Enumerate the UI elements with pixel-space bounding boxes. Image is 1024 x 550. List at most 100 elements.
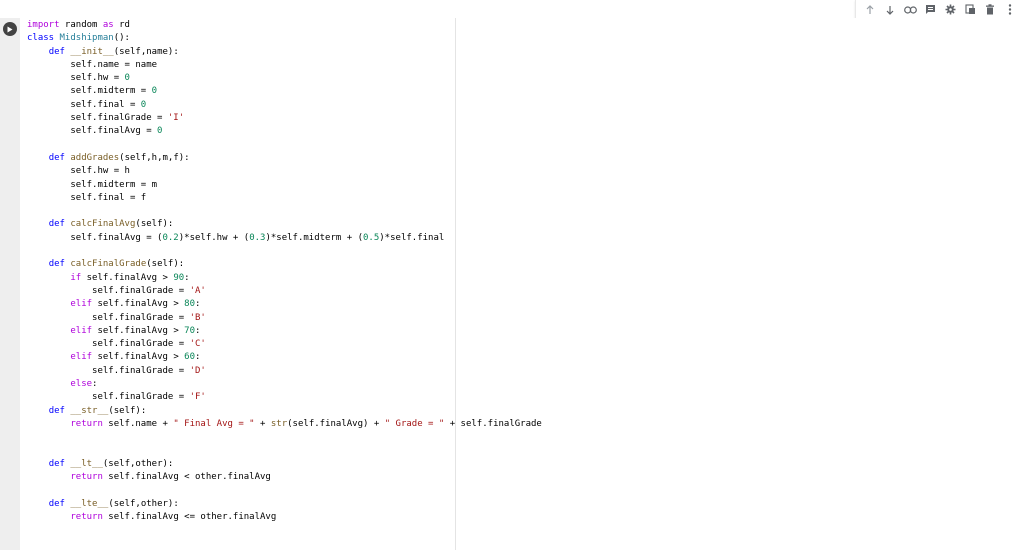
mirror-cell-icon[interactable] [962,2,978,18]
code-token: self.final = f [27,192,147,203]
code-line: self.finalGrade = 'I' [27,112,542,125]
code-token: (self.finalAvg) + [287,418,385,429]
code-token: def [48,458,65,469]
code-token: self.final = [27,99,141,110]
code-line: def addGrades(self,h,m,f): [27,152,542,165]
code-line: self.finalAvg = 0 [27,125,542,138]
code-token: return [70,472,103,483]
code-token: __lt__ [70,458,103,469]
code-token: )*self.final [379,232,445,243]
code-token: if [70,272,82,283]
code-token: self.finalAvg > [92,325,185,336]
code-token: self.finalGrade = [27,339,190,350]
code-token: def [48,152,65,163]
comment-icon[interactable] [922,2,938,18]
code-line: self.final = 0 [27,99,542,112]
code-line: self.finalGrade = 'A' [27,285,542,298]
code-token: (self): [135,219,174,230]
code-token: self.finalAvg < other.finalAvg [102,472,271,483]
code-line: self.finalGrade = 'D' [27,365,542,378]
arrow-up-icon[interactable] [862,2,878,18]
code-token: )*self.midterm + ( [265,232,363,243]
link-icon[interactable] [902,2,918,18]
code-token: + [254,418,271,429]
code-line: self.finalAvg = (0.2)*self.hw + (0.3)*se… [27,232,542,245]
code-token: elif [70,299,93,310]
cell-toolbar [0,0,1024,21]
code-token: : [184,272,190,283]
code-line: self.finalGrade = 'F' [27,391,542,404]
code-token: " Grade = " [384,418,445,429]
code-token: 60 [184,352,196,363]
more-vert-icon[interactable] [1002,2,1018,18]
code-line: elif self.finalAvg > 70: [27,325,542,338]
code-token: self.name = name [27,59,158,70]
code-token: " Final Avg = " [173,418,255,429]
code-token: calcFinalAvg [70,219,136,230]
code-token: 0.5 [363,232,380,243]
code-token: 'F' [189,392,206,403]
code-line: return self.name + " Final Avg = " + str… [27,418,541,431]
play-icon [7,26,13,32]
trash-icon[interactable] [982,2,998,18]
code-token: 0 [151,86,158,97]
code-token: __str__ [70,405,109,416]
code-line: self.midterm = 0 [27,85,542,98]
code-token: 'C' [189,339,206,350]
code-line: self.midterm = m [27,179,542,192]
code-token: 0 [124,73,130,84]
code-token: self.finalAvg <= other.finalAvg [102,511,277,522]
code-token: addGrades [70,152,120,163]
code-token: self.finalGrade = [27,285,190,296]
code-token: : [195,299,201,310]
code-token: self.hw = h [27,166,130,177]
code-token: 'D' [189,365,206,376]
code-token: (self,other): [108,498,179,509]
code-token: self.finalGrade = [27,113,168,124]
code-token: random [59,20,103,30]
code-editor[interactable]: import random as rd class Midshipman(): d… [20,18,1024,550]
code-token: self.finalAvg > [92,299,185,310]
code-token: self.finalAvg = [27,126,158,137]
code-token: self.finalAvg > [92,352,185,363]
code-token: self.finalAvg = ( [27,232,163,243]
code-token: return [70,511,103,522]
code-token: else [70,379,93,390]
code-token: (self): [108,405,147,416]
arrow-down-icon[interactable] [882,2,898,18]
code-token: 80 [184,299,196,310]
code-cell[interactable]: import random as rd class Midshipman(): d… [0,18,1024,550]
code-token: __init__ [70,46,114,57]
code-token: self.name + [102,418,174,429]
code-line: def __str__(self): [27,405,542,418]
code-token: 0 [157,126,163,137]
code-token: 0.2 [162,232,179,243]
code-token: 'I' [167,113,185,124]
code-token: : [195,325,201,336]
code-token: (self): [146,259,185,270]
code-line: def __lte__(self,other): [27,498,542,511]
code-line: class Midshipman(): [27,32,542,45]
code-token: elif [70,325,93,336]
code-line: self.name = name [27,59,542,72]
code-line: else: [27,378,542,391]
code-line: def calcFinalGrade(self): [27,258,542,271]
code-token: elif [70,352,93,363]
run-cell-button[interactable] [3,22,17,36]
code-token: import [27,20,60,30]
code-line: self.hw = 0 [27,72,542,85]
gear-icon[interactable] [942,2,958,18]
code-token: self.finalGrade = [27,312,190,323]
